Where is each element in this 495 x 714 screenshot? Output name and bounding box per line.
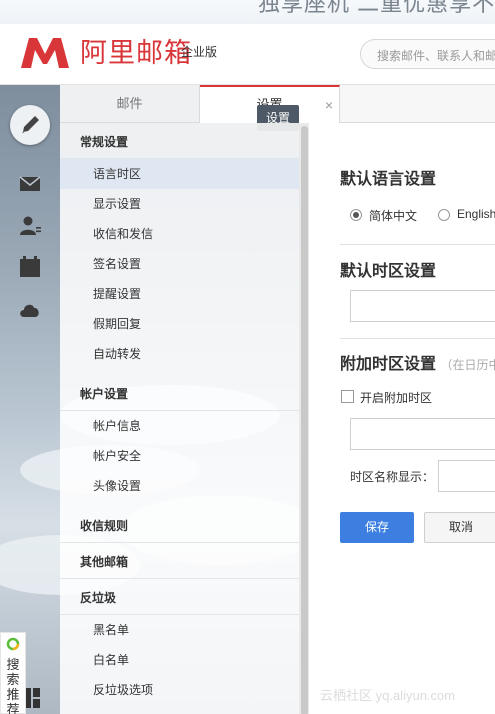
settings-content: 默认语言设置 简体中文 English 默认时区设置 附加时区设置 （在日历中 … [309,123,495,714]
cancel-button[interactable]: 取消 [424,512,495,543]
menu-item[interactable]: 签名设置 [60,249,299,279]
extra-timezone-title-text: 附加时区设置 [340,356,437,373]
extra-timezone-select[interactable] [350,418,495,450]
icon-rail [0,85,60,714]
menu-item[interactable]: 假期回复 [60,309,299,339]
aliyun-mail-logo-icon[interactable] [19,36,71,70]
extra-timezone-section-title: 附加时区设置 （在日历中 [340,350,495,374]
promo-banner[interactable]: 独享座机 二重优惠享不停 [0,0,495,24]
timezone-section-title: 默认时区设置 [340,263,437,280]
menu-item[interactable]: 显示设置 [60,189,299,219]
watermark: 云栖社区 yq.aliyun.com [320,688,456,703]
menu-item[interactable]: 提醒设置 [60,279,299,309]
compose-button[interactable] [10,105,50,145]
header: 阿里邮箱 企业版 搜索邮件、联系人和邮 [0,24,495,85]
menu-item[interactable]: 头像设置 [60,471,299,501]
tab-bar-filler [340,85,495,123]
settings-menu: 常规设置 语言时区 显示设置 收信和发信 签名设置 提醒设置 假期回复 自动转发帐户设置 帐户信… [60,123,299,714]
extra-timezone-hint: （在日历中 [440,358,495,372]
contacts-icon[interactable] [18,214,42,238]
timezone-name-input[interactable] [438,460,495,492]
menu-category: 反垃圾 [60,579,299,615]
divider [340,244,495,245]
enable-extra-timezone-checkbox[interactable] [341,390,354,403]
radio-english[interactable] [438,209,450,221]
save-button[interactable]: 保存 [340,512,414,543]
close-icon[interactable]: × [325,87,333,123]
calendar-icon[interactable] [18,255,42,279]
menu-category: 其他邮箱 [60,543,299,579]
radio-english-label[interactable]: English [457,207,495,221]
timezone-select[interactable] [350,290,495,322]
logo-text: 阿里邮箱 [80,38,192,69]
menu-item[interactable]: 白名单 [60,645,299,675]
menu-item[interactable]: 语言时区 [60,159,299,189]
search-logo-icon [6,637,20,651]
divider [340,338,495,339]
edition-label: 企业版 [181,45,218,59]
enable-extra-timezone-label[interactable]: 开启附加时区 [360,389,432,406]
menu-item[interactable]: 收信和发信 [60,219,299,249]
radio-simplified-chinese-label[interactable]: 简体中文 [369,207,417,224]
menu-category: 常规设置 [60,123,299,159]
scrollbar-thumb[interactable] [301,126,308,714]
search-recommend-label: 搜索推荐 [6,657,20,714]
pencil-icon [22,116,39,133]
menu-item[interactable]: 帐户信息 [60,411,299,441]
menu-item[interactable]: 帐户安全 [60,441,299,471]
menu-category: 收信规则 [60,507,299,543]
tab-mail[interactable]: 邮件 [60,85,200,123]
search-input[interactable]: 搜索邮件、联系人和邮 [360,39,495,69]
grid-icon[interactable] [26,688,40,708]
menu-item[interactable]: 黑名单 [60,615,299,645]
menu-category: 帐户设置 [60,375,299,411]
timezone-name-label: 时区名称显示： [350,470,435,484]
mail-icon[interactable] [18,172,42,196]
menu-item[interactable]: 反垃圾选项 [60,675,299,705]
radio-simplified-chinese[interactable] [350,209,362,221]
language-section-title: 默认语言设置 [340,171,437,188]
banner-text: 独享座机 二重优惠享不停 [258,0,495,16]
search-recommend-widget[interactable]: 搜索推荐 [0,632,26,714]
menu-item[interactable]: 自动转发 [60,339,299,369]
cloud-icon[interactable] [18,298,42,322]
